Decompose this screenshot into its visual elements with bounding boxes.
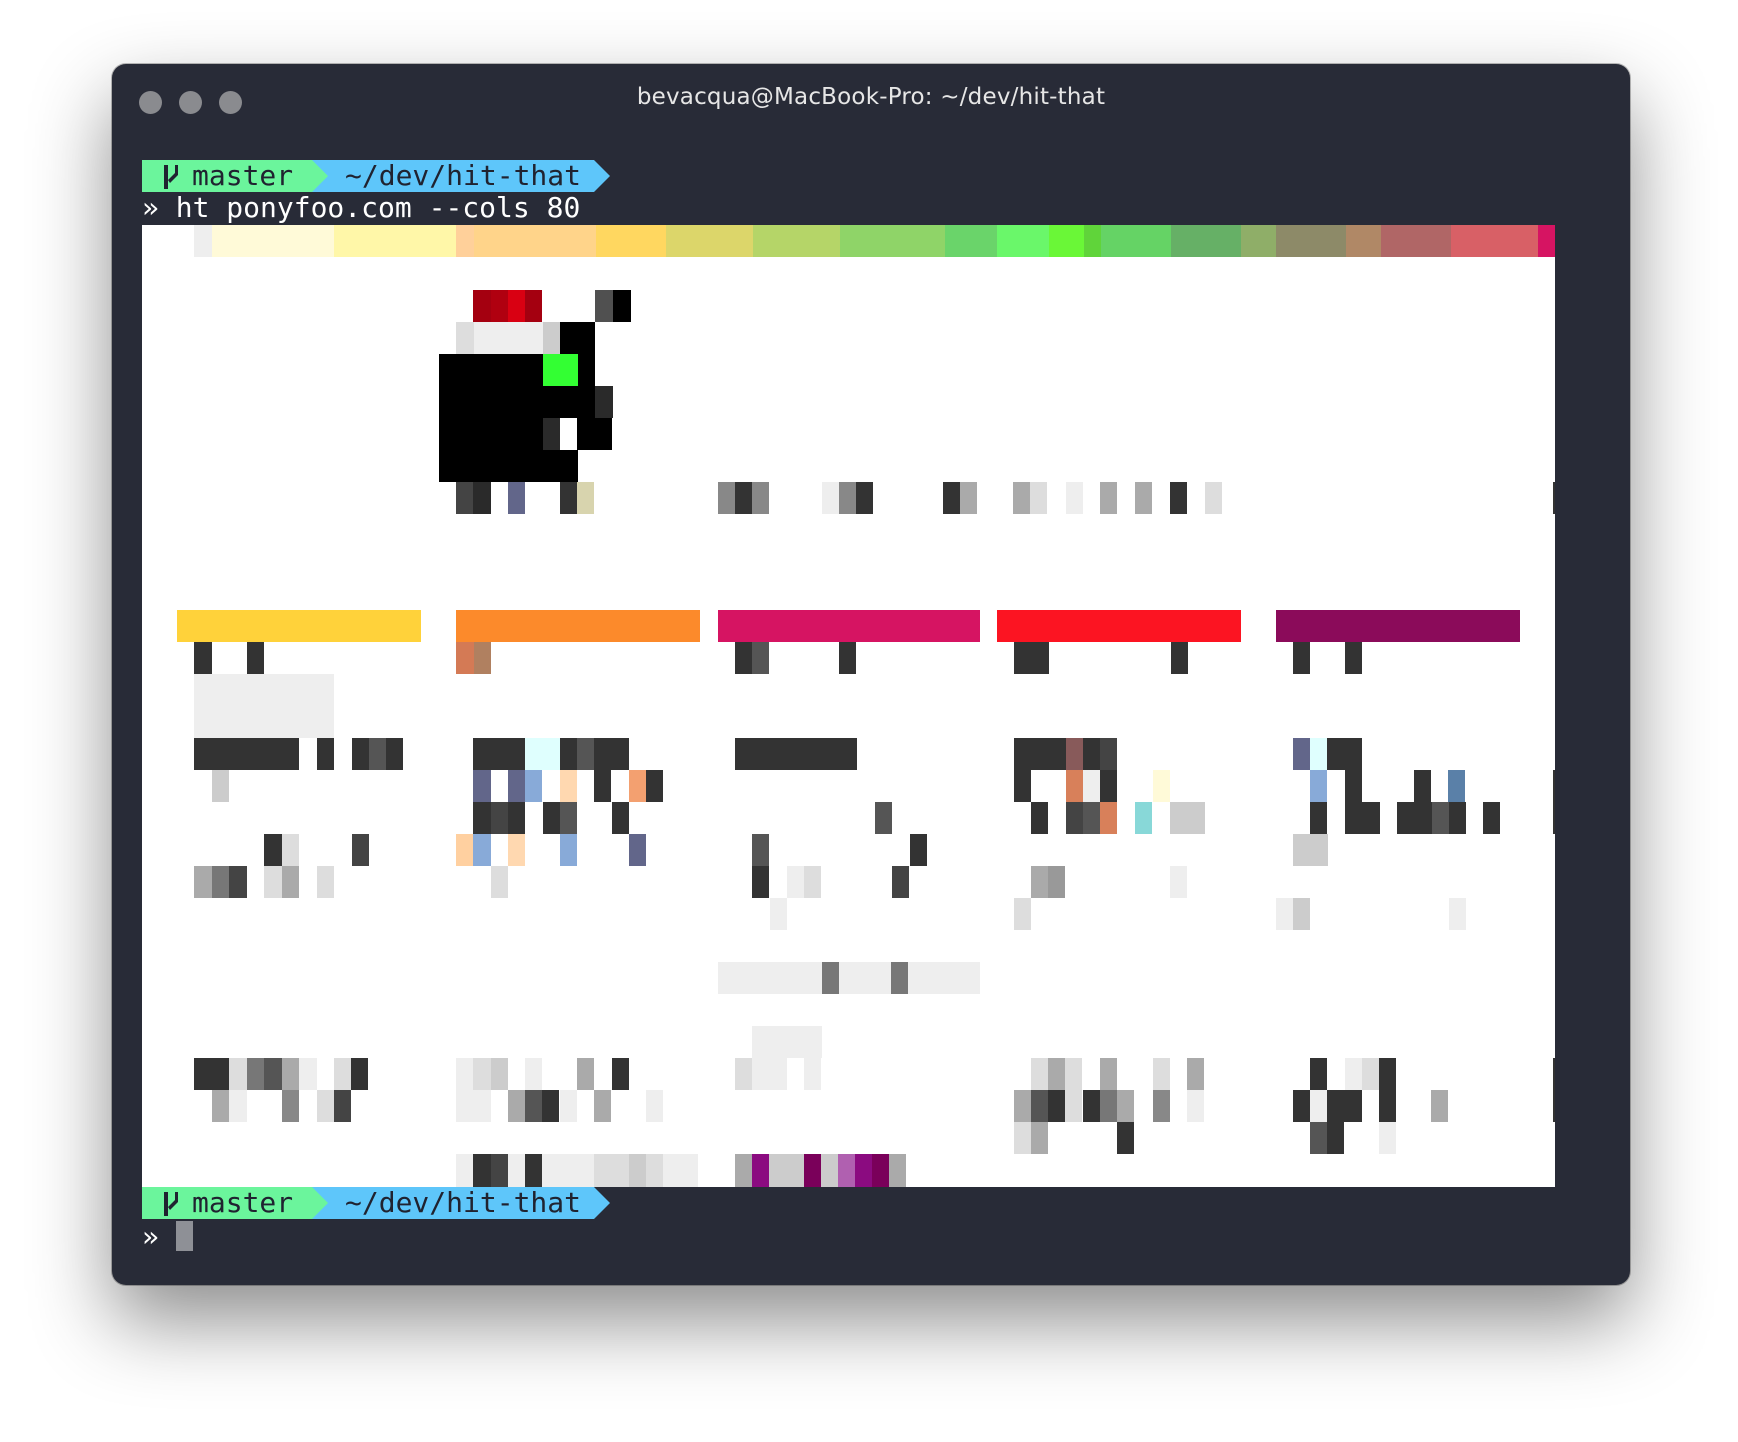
input-line[interactable]: »	[142, 1221, 193, 1253]
branch-name: master	[192, 159, 294, 192]
pony-logo-pixels	[439, 290, 631, 514]
branch-segment: master	[142, 160, 312, 192]
path-segment: ~/dev/hit-that	[312, 160, 594, 192]
pixel-render-canvas	[142, 225, 1555, 1187]
prompt-segment-bar: master ~/dev/hit-that	[142, 160, 610, 192]
current-path: ~/dev/hit-that	[345, 159, 582, 192]
git-branch-icon	[164, 165, 178, 189]
path-segment-arrow	[594, 160, 610, 192]
branch-name: master	[192, 1186, 294, 1219]
column-5-pixels	[1276, 642, 1555, 1154]
title-bar: bevacqua@MacBook-Pro: ~/dev/hit-that	[112, 64, 1630, 138]
path-segment-arrow	[594, 1187, 610, 1219]
path-segment: ~/dev/hit-that	[312, 1187, 594, 1219]
category-bars	[177, 610, 1520, 642]
text-cursor[interactable]	[175, 1221, 193, 1251]
pixel-render-output	[142, 225, 1555, 1187]
header-color-strip	[142, 225, 1555, 257]
column-1-pixels	[194, 642, 403, 1122]
terminal-window: bevacqua@MacBook-Pro: ~/dev/hit-that mas…	[112, 64, 1630, 1285]
current-path: ~/dev/hit-that	[345, 1186, 582, 1219]
branch-segment-arrow	[312, 160, 328, 192]
branch-segment-arrow	[312, 1187, 328, 1219]
column-4-pixels	[1014, 642, 1205, 1154]
prompt-segment-bar-2: master ~/dev/hit-that	[142, 1187, 610, 1219]
command-line: » ht ponyfoo.com --cols 80	[142, 192, 580, 224]
window-title: bevacqua@MacBook-Pro: ~/dev/hit-that	[636, 84, 1106, 110]
branch-segment: master	[142, 1187, 312, 1219]
column-3-pixels	[718, 642, 980, 1187]
command-text: ht ponyfoo.com --cols 80	[175, 191, 581, 224]
column-2-pixels	[456, 642, 698, 1187]
git-branch-icon	[164, 1192, 178, 1216]
prompt-symbol: »	[142, 1220, 159, 1253]
nav-row-pixels	[718, 482, 1555, 514]
prompt-symbol: »	[142, 191, 159, 224]
